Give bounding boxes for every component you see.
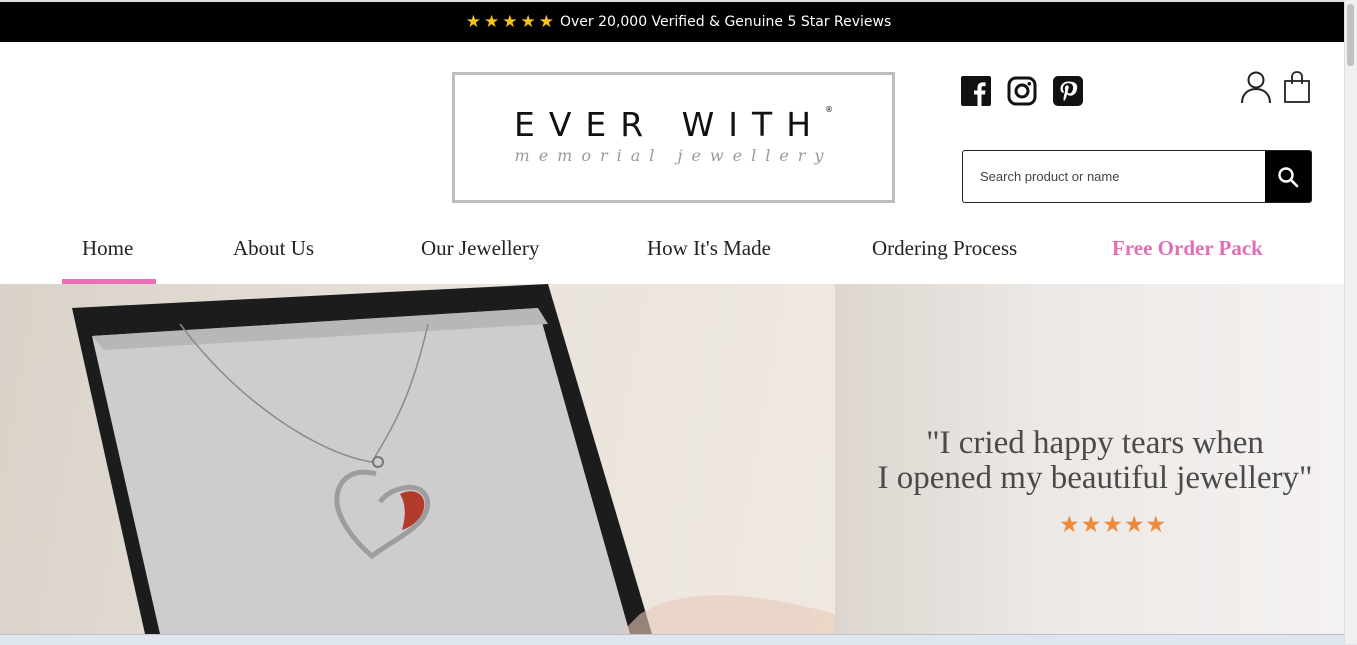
instagram-icon[interactable]	[1007, 76, 1037, 106]
os-taskbar	[0, 634, 1357, 645]
main-nav: Home About Us Our Jewellery How It's Mad…	[0, 236, 1345, 284]
rating-stars: ★ ★ ★ ★ ★	[465, 11, 554, 32]
star-icon: ★	[484, 11, 500, 32]
nav-item-free-order-pack[interactable]: Free Order Pack	[1112, 236, 1263, 261]
logo-wordmark: EVER WITH®	[513, 105, 834, 144]
hero-banner[interactable]: "I cried happy tears when I opened my be…	[0, 284, 1345, 634]
necklace-box-image	[72, 284, 835, 634]
search-button[interactable]	[1265, 151, 1311, 202]
site-logo[interactable]: EVER WITH® memorial jewellery	[452, 72, 895, 203]
account-icon[interactable]	[1240, 70, 1272, 104]
cart-icon[interactable]	[1283, 70, 1311, 104]
announcement-text: Over 20,000 Verified & Genuine 5 Star Re…	[560, 14, 892, 30]
scrollbar-thumb[interactable]	[1347, 4, 1354, 66]
logo-tagline: memorial jewellery	[514, 146, 833, 165]
star-icon: ★	[538, 11, 554, 32]
star-icon: ★	[502, 11, 518, 32]
page-scrollbar[interactable]	[1344, 0, 1357, 644]
nav-item-ordering-process[interactable]: Ordering Process	[872, 236, 1017, 261]
star-icon: ★	[520, 11, 536, 32]
nav-item-how-its-made[interactable]: How It's Made	[647, 236, 771, 261]
nav-item-our-jewellery[interactable]: Our Jewellery	[421, 236, 539, 261]
search-icon	[1278, 166, 1299, 187]
hero-image	[0, 284, 835, 634]
registered-mark: ®	[825, 105, 834, 114]
facebook-icon[interactable]	[961, 76, 991, 106]
pinterest-icon[interactable]	[1053, 76, 1083, 106]
nav-item-about-us[interactable]: About Us	[233, 236, 314, 261]
star-icon: ★	[465, 11, 481, 32]
nav-item-home[interactable]: Home	[82, 236, 133, 261]
search-bar	[962, 150, 1312, 203]
testimonial-quote: "I cried happy tears when I opened my be…	[877, 425, 1313, 496]
announcement-bar: ★ ★ ★ ★ ★ Over 20,000 Verified & Genuine…	[0, 0, 1357, 42]
testimonial-stars: ★★★★★	[1059, 512, 1168, 538]
search-input[interactable]	[963, 151, 1265, 202]
